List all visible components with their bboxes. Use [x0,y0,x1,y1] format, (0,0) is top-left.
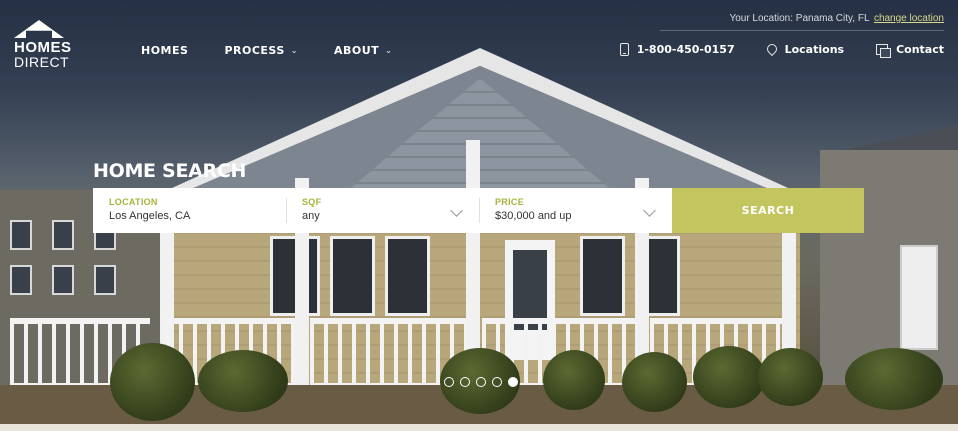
header-divider [660,30,944,31]
homes-direct-logo[interactable]: HOMES DIRECT [14,20,71,70]
user-location-text: Your Location: Panama City, FL [729,13,870,24]
map-pin-icon [764,41,779,56]
main-nav: HOMES PROCESS ⌄ ABOUT ⌄ [141,44,392,57]
bush [110,343,195,421]
location-field[interactable]: LOCATION Los Angeles, CA [93,188,286,233]
carousel-dot[interactable] [508,377,518,387]
sqf-value: any [302,210,320,222]
nav-item-label: HOMES [141,44,189,57]
contact-card-icon [876,44,892,58]
locations-label: Locations [784,43,845,56]
nav-item-label: PROCESS [224,44,285,57]
hero-banner: HOMES DIRECT HOMES PROCESS ⌄ ABOUT ⌄ You… [0,0,958,431]
chevron-down-icon: ⌄ [290,46,298,55]
nav-item-homes[interactable]: HOMES [141,44,188,57]
bush [622,352,687,412]
change-location-link[interactable]: change location [874,13,944,24]
phone-link[interactable]: 1-800-450-0157 [619,43,735,56]
locations-link[interactable]: Locations [764,41,845,56]
nav-item-label: ABOUT [333,44,380,57]
carousel-dot[interactable] [476,377,486,387]
price-label: PRICE [495,197,525,207]
logo-house-icon [14,20,64,38]
price-select[interactable]: PRICE $30,000 and up [479,188,672,233]
bush [845,348,943,410]
phone-number: 1-800-450-0157 [636,43,735,56]
contact-label: Contact [896,43,944,56]
carousel-dot[interactable] [492,377,502,387]
sqf-select[interactable]: SQF any [286,188,479,233]
bush [758,348,823,406]
ground-strip [0,424,958,431]
nav-item-about[interactable]: ABOUT ⌄ [334,44,392,57]
search-button[interactable]: SEARCH [672,188,864,233]
bush [543,350,605,410]
sqf-label: SQF [302,197,322,207]
carousel-dots [444,377,518,387]
bush [693,346,765,408]
carousel-dot[interactable] [444,377,454,387]
chevron-down-icon: ⌄ [385,46,393,55]
porch-window [580,236,625,316]
bush [198,350,288,412]
phone-icon [619,43,629,56]
location-input[interactable]: Los Angeles, CA [109,210,270,222]
home-search-form: LOCATION Los Angeles, CA SQF any PRICE $… [93,188,864,233]
user-location-bar: Your Location: Panama City, FL change lo… [729,13,944,24]
right-building-door [900,245,938,350]
contact-link[interactable]: Contact [876,43,944,58]
home-search-title: HOME SEARCH [93,160,247,182]
carousel-dot[interactable] [460,377,470,387]
contact-bar: 1-800-450-0157 Locations Contact [619,41,944,58]
logo-text-line2: DIRECT [14,54,70,70]
nav-item-process[interactable]: PROCESS ⌄ [224,44,298,57]
porch-window [330,236,375,316]
location-label: LOCATION [109,197,158,207]
price-value: $30,000 and up [495,210,572,222]
porch-window [385,236,430,316]
